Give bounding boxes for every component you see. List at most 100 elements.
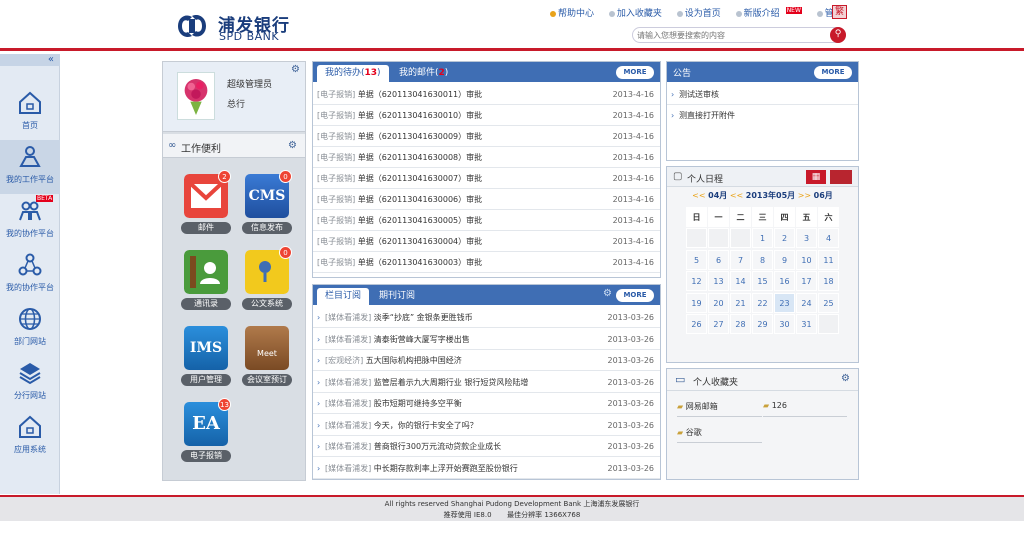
calendar-day[interactable]: 10: [796, 249, 817, 270]
tab-my-mail[interactable]: 我的邮件(2): [391, 65, 456, 82]
weekday-header: 日: [686, 207, 707, 227]
favorite-item[interactable]: ▰ 网易邮箱: [677, 401, 762, 417]
sidebar-collapse-button[interactable]: «: [0, 54, 60, 66]
favorite-item[interactable]: ▰ 126: [763, 401, 847, 417]
app-user-mgmt[interactable]: IMS 用户管理: [181, 326, 231, 388]
calendar-day[interactable]: 19: [686, 292, 707, 313]
subscription-panel-header: 栏目订阅 期刊订阅 ⚙ MORE: [313, 285, 660, 305]
favorite-item[interactable]: ▰ 谷歌: [677, 427, 762, 443]
calendar-add-icon[interactable]: ▦: [806, 170, 826, 184]
help-center-link[interactable]: 帮助中心: [550, 6, 600, 19]
sidebar-item-my-workplace[interactable]: 我的工作平台: [0, 140, 60, 194]
calendar-day[interactable]: 14: [730, 271, 751, 291]
add-favorite-link[interactable]: 加入收藏夹: [608, 6, 668, 19]
calendar-day[interactable]: 27: [708, 314, 729, 334]
sidebar-item-apps[interactable]: 应用系统: [0, 410, 60, 464]
todo-row[interactable]: [电子报销] 单据（620113041630008）审批 2013-4-16: [313, 147, 660, 168]
calendar-day[interactable]: 26: [686, 314, 707, 334]
calendar-day[interactable]: 7: [730, 249, 751, 270]
new-intro-link[interactable]: 新版介绍 NEW: [735, 6, 808, 19]
calendar-day[interactable]: 11: [818, 249, 839, 270]
calendar-day[interactable]: 24: [796, 292, 817, 313]
calendar-day[interactable]: 22: [752, 292, 773, 313]
todo-row[interactable]: [电子报销] 单据（620113041630009）审批 2013-4-16: [313, 126, 660, 147]
next-month[interactable]: 06月: [814, 191, 833, 200]
set-homepage-link[interactable]: 设为首页: [676, 6, 727, 19]
todo-row[interactable]: [电子报销] 单据（620113041630011）审批 2013-4-16: [313, 84, 660, 105]
subs-more-button[interactable]: MORE: [616, 289, 654, 302]
prev-month[interactable]: 04月: [708, 191, 727, 200]
app-documents[interactable]: 0 公文系统: [242, 246, 292, 312]
todo-row[interactable]: [电子报销] 单据（620113041630007）审批 2013-4-16: [313, 168, 660, 189]
calendar-day[interactable]: 3: [796, 228, 817, 248]
subscription-row[interactable]: › [媒体看浦发] 普商银行300万元流动贷款企业成长 2013-03-26: [313, 436, 660, 457]
calendar-day[interactable]: 16: [774, 271, 795, 291]
calendar-day[interactable]: 31: [796, 314, 817, 334]
app-cms[interactable]: CMS 0 信息发布: [242, 170, 292, 236]
app-meeting[interactable]: Meet 会议室预订: [242, 326, 292, 388]
tab-my-todo[interactable]: 我的待办(13): [317, 65, 389, 82]
calendar-day[interactable]: 17: [796, 271, 817, 291]
todo-row[interactable]: [电子报销] 单据（620113041630004）审批 2013-4-16: [313, 231, 660, 252]
notice-item[interactable]: › 测试送审核: [667, 84, 858, 105]
calendar-day[interactable]: 12: [686, 271, 707, 291]
calendar-day[interactable]: 4: [818, 228, 839, 248]
calendar-day[interactable]: 5: [686, 249, 707, 270]
calendar-day[interactable]: 18: [818, 271, 839, 291]
profile-card: 超级管理员 总行 ⚙: [163, 62, 305, 132]
subscription-row[interactable]: › [媒体看浦发] 监管层着示九大周期行业 银行短贷风险陆增 2013-03-26: [313, 372, 660, 393]
subscription-row[interactable]: › [媒体看浦发] 今天，你的银行卡安全了吗？ 2013-03-26: [313, 415, 660, 436]
prev-arrows[interactable]: <<: [692, 191, 705, 200]
calendar-day[interactable]: 20: [708, 292, 729, 313]
calendar-day[interactable]: 29: [752, 314, 773, 334]
tab-journal-subs[interactable]: 期刊订阅: [371, 288, 423, 305]
notice-item[interactable]: › 测直接打开附件: [667, 105, 858, 126]
favorites-settings-icon[interactable]: ⚙: [841, 373, 850, 384]
subscription-row[interactable]: › [媒体看浦发] 中长期存款利率上浮开始赛跑至股份银行 2013-03-26: [313, 458, 660, 479]
calendar-day[interactable]: 1: [752, 228, 773, 248]
subscription-row[interactable]: › [宏观经济] 五大国际机构把脉中国经济 2013-03-26: [313, 350, 660, 371]
profile-settings-icon[interactable]: ⚙: [291, 64, 300, 75]
prev-arrows-2[interactable]: <<: [730, 191, 743, 200]
calendar-day[interactable]: 2: [774, 228, 795, 248]
subs-settings-icon[interactable]: ⚙: [603, 288, 612, 299]
subscription-date: 2013-03-26: [607, 313, 655, 322]
next-arrows[interactable]: >>: [798, 191, 811, 200]
calendar-day[interactable]: 6: [708, 249, 729, 270]
calendar-day[interactable]: 30: [774, 314, 795, 334]
sidebar-item-branch-site[interactable]: 分行网站: [0, 356, 60, 410]
avatar[interactable]: [177, 72, 215, 120]
sidebar-item-dept-site[interactable]: 部门网站: [0, 302, 60, 356]
calendar-day[interactable]: 28: [730, 314, 751, 334]
app-expense[interactable]: EA 13 电子报销: [181, 398, 231, 464]
todo-row[interactable]: [电子报销] 单据（620113041630006）审批 2013-4-16: [313, 189, 660, 210]
app-contacts[interactable]: 通讯录: [181, 250, 231, 312]
todo-row[interactable]: [电子报销] 单据（620113041630005）审批 2013-4-16: [313, 210, 660, 231]
search-button[interactable]: ⚲: [830, 27, 846, 43]
calendar-day[interactable]: 25: [818, 292, 839, 313]
sidebar-item-home[interactable]: 首页: [0, 86, 60, 140]
subscription-row[interactable]: › [媒体看浦发] 清泰街营峰大厦写字楼出售 2013-03-26: [313, 329, 660, 350]
calendar-view-button[interactable]: [830, 170, 852, 184]
sidebar-item-collab-2[interactable]: 我的协作平台: [0, 248, 60, 302]
spd-bank-logo[interactable]: 浦发银行 SPD BANK: [174, 11, 294, 43]
todo-more-button[interactable]: MORE: [616, 66, 654, 79]
tools-settings-icon[interactable]: ⚙: [288, 140, 297, 151]
calendar-day[interactable]: 21: [730, 292, 751, 313]
todo-row[interactable]: [电子报销] 单据（620113041630010）审批 2013-4-16: [313, 105, 660, 126]
traditional-chinese-button[interactable]: 繁: [832, 5, 847, 19]
subscription-row[interactable]: › [媒体看浦发] 淡季“抄底” 金银条更胜钱币 2013-03-26: [313, 307, 660, 328]
notice-more-button[interactable]: MORE: [814, 66, 852, 79]
search-input[interactable]: [637, 29, 827, 41]
current-month: 2013年05月: [745, 191, 796, 200]
sidebar-item-collab[interactable]: BETA 我的协作平台: [0, 194, 60, 248]
calendar-day[interactable]: 15: [752, 271, 773, 291]
subscription-row[interactable]: › [媒体看浦发] 股市短期可继持多空平衡 2013-03-26: [313, 393, 660, 414]
calendar-day[interactable]: 23: [774, 292, 795, 313]
tab-column-subs[interactable]: 栏目订阅: [317, 288, 370, 305]
app-mail[interactable]: 2 邮件: [181, 170, 231, 236]
calendar-day[interactable]: 13: [708, 271, 729, 291]
todo-row[interactable]: [电子报销] 单据（620113041630003）审批 2013-4-16: [313, 252, 660, 273]
calendar-day[interactable]: 9: [774, 249, 795, 270]
calendar-day[interactable]: 8: [752, 249, 773, 270]
